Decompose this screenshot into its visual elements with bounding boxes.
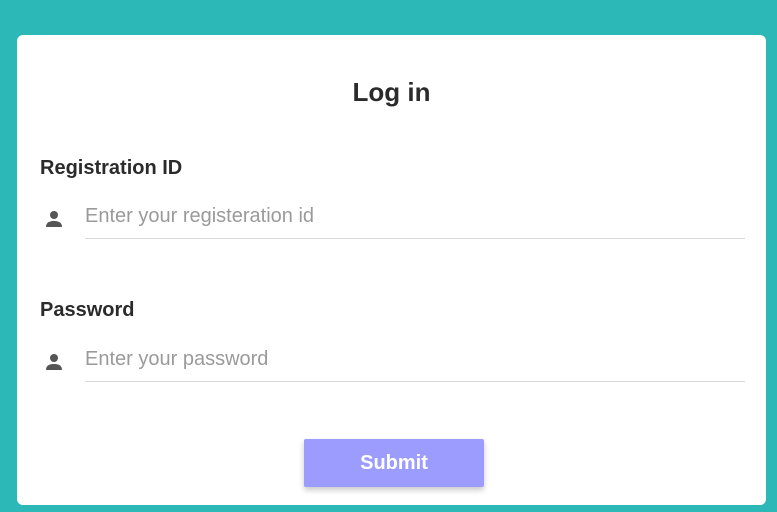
- submit-button[interactable]: Submit: [304, 439, 484, 487]
- registration-id-row: [40, 195, 745, 241]
- person-icon: [42, 207, 66, 231]
- person-icon: [42, 350, 66, 374]
- password-row: [40, 338, 745, 384]
- registration-id-label: Registration ID: [40, 157, 183, 179]
- password-label: Password: [40, 299, 135, 321]
- login-card: Log in Registration ID Password Submit: [17, 35, 766, 505]
- registration-id-input[interactable]: [85, 195, 745, 239]
- password-input[interactable]: [85, 338, 745, 382]
- page-title: Log in: [352, 77, 431, 107]
